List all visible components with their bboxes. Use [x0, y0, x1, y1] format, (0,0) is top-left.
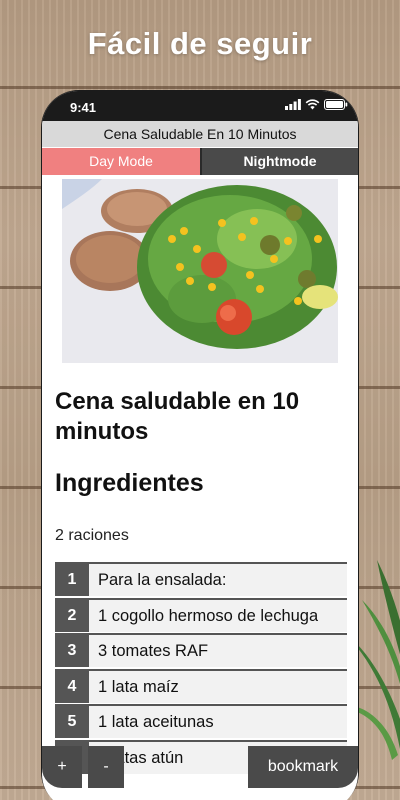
- night-mode-button[interactable]: Nightmode: [200, 148, 358, 175]
- status-icons: [285, 99, 348, 110]
- ingredient-number: 1: [55, 564, 89, 596]
- decrease-font-button[interactable]: -: [88, 746, 124, 788]
- increase-font-button[interactable]: +: [42, 746, 82, 788]
- bottom-controls: + - bookmark: [42, 746, 358, 788]
- ingredient-text: 3 tomates RAF: [98, 642, 209, 660]
- bookmark-button[interactable]: bookmark: [248, 746, 358, 788]
- phone-screen: 9:41 Cena Saludable En 10 Minutos Day Mo…: [42, 91, 358, 800]
- wifi-icon: [305, 99, 320, 110]
- ingredient-row: 2 1 cogollo hermoso de lechuga: [55, 597, 347, 632]
- ingredient-row: 4 1 lata maíz: [55, 668, 347, 703]
- phone-frame: 9:41 Cena Saludable En 10 Minutos Day Mo…: [41, 90, 359, 800]
- recipe-content[interactable]: Cena saludable en 10 minutos Ingrediente…: [42, 175, 358, 800]
- ingredient-number: 5: [55, 706, 89, 738]
- recipe-title: Cena saludable en 10 minutos: [55, 388, 300, 445]
- signal-icon: [285, 99, 301, 110]
- ingredient-row: 3 3 tomates RAF: [55, 633, 347, 667]
- servings-text: 2 raciones: [55, 527, 129, 544]
- recipe-photo: [62, 179, 338, 363]
- ingredient-number: 2: [55, 599, 89, 632]
- ingredient-number: 4: [55, 670, 89, 703]
- status-time: 9:41: [70, 100, 97, 115]
- ingredient-number: 3: [55, 635, 89, 667]
- status-bar: 9:41: [42, 91, 358, 121]
- headline: Fácil de seguir: [87, 26, 313, 61]
- ingredient-row: 1 Para la ensalada:: [55, 562, 347, 596]
- ingredient-text: 1 lata maíz: [98, 677, 179, 696]
- ingredient-text: Para la ensalada:: [98, 571, 227, 589]
- ingredients-heading: Ingredientes: [55, 469, 204, 497]
- ingredient-text: 1 lata aceitunas: [98, 713, 214, 731]
- app-title-bar: Cena Saludable En 10 Minutos: [42, 121, 358, 147]
- ingredient-text: 1 cogollo hermoso de lechuga: [98, 606, 319, 625]
- day-mode-button[interactable]: Day Mode: [42, 148, 200, 175]
- ingredient-row: 5 1 lata aceitunas: [55, 704, 347, 738]
- mode-toggle-bar: Day Mode Nightmode: [42, 148, 358, 175]
- ingredient-list: 1 Para la ensalada: 2 1 cogollo hermoso …: [55, 562, 347, 775]
- battery-icon: [324, 99, 348, 110]
